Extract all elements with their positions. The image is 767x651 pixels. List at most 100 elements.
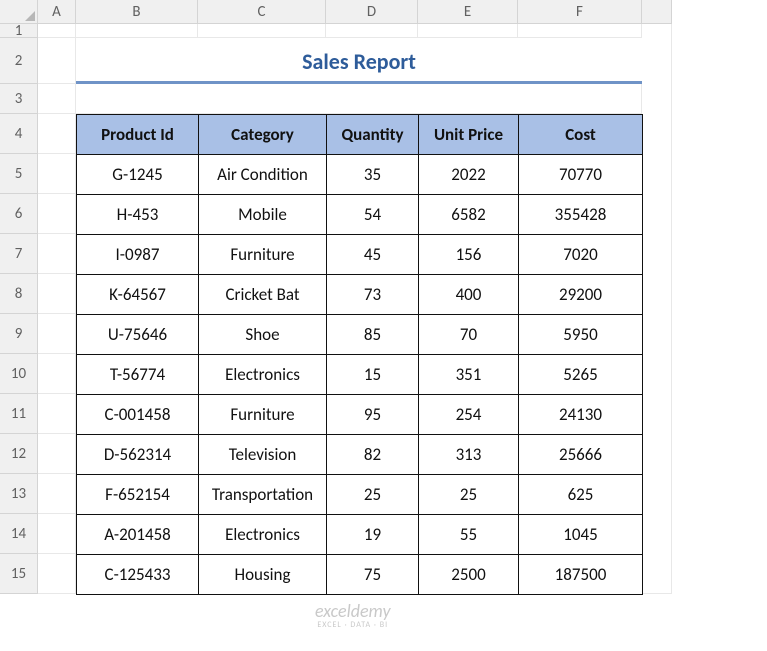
cell-A6[interactable] bbox=[38, 194, 76, 234]
cell-A8[interactable] bbox=[38, 274, 76, 314]
cell-price[interactable]: 156 bbox=[419, 235, 519, 275]
header-cost[interactable]: Cost bbox=[519, 115, 643, 155]
row-header-5[interactable]: 5 bbox=[0, 154, 38, 194]
cell-A2[interactable] bbox=[38, 38, 76, 84]
report-title-cell[interactable]: Sales Report bbox=[76, 38, 642, 84]
cell-price[interactable]: 351 bbox=[419, 355, 519, 395]
cell-cost[interactable]: 25666 bbox=[519, 435, 643, 475]
cell-id[interactable]: F-652154 bbox=[77, 475, 199, 515]
cell-cat[interactable]: Shoe bbox=[199, 315, 327, 355]
cell-qty[interactable]: 73 bbox=[327, 275, 419, 315]
cell-qty[interactable]: 15 bbox=[327, 355, 419, 395]
cell-A13[interactable] bbox=[38, 474, 76, 514]
cell-qty[interactable]: 19 bbox=[327, 515, 419, 555]
cell-cost[interactable]: 24130 bbox=[519, 395, 643, 435]
cell-cost[interactable]: 187500 bbox=[519, 555, 643, 595]
cell-A3[interactable] bbox=[38, 84, 76, 114]
cell-A7[interactable] bbox=[38, 234, 76, 274]
cell-id[interactable]: A-201458 bbox=[77, 515, 199, 555]
col-header-F[interactable]: F bbox=[518, 0, 642, 24]
cell-cat[interactable]: Furniture bbox=[199, 395, 327, 435]
cell-cat[interactable]: Mobile bbox=[199, 195, 327, 235]
cell-qty[interactable]: 85 bbox=[327, 315, 419, 355]
cell-id[interactable]: U-75646 bbox=[77, 315, 199, 355]
row-header-6[interactable]: 6 bbox=[0, 194, 38, 234]
header-unit-price[interactable]: Unit Price bbox=[419, 115, 519, 155]
cell-id[interactable]: C-001458 bbox=[77, 395, 199, 435]
cell-cost[interactable]: 1045 bbox=[519, 515, 643, 555]
cell-A10[interactable] bbox=[38, 354, 76, 394]
cell-row3[interactable] bbox=[76, 84, 642, 114]
cell-A12[interactable] bbox=[38, 434, 76, 474]
cell-cat[interactable]: Electronics bbox=[199, 515, 327, 555]
row-header-4[interactable]: 4 bbox=[0, 114, 38, 154]
cell-E1[interactable] bbox=[418, 24, 518, 38]
cell-price[interactable]: 254 bbox=[419, 395, 519, 435]
select-all-corner[interactable] bbox=[0, 0, 38, 24]
cell-id[interactable]: T-56774 bbox=[77, 355, 199, 395]
col-header-B[interactable]: B bbox=[76, 0, 198, 24]
cell-price[interactable]: 6582 bbox=[419, 195, 519, 235]
row-header-14[interactable]: 14 bbox=[0, 514, 38, 554]
header-quantity[interactable]: Quantity bbox=[327, 115, 419, 155]
cell-A9[interactable] bbox=[38, 314, 76, 354]
cell-A11[interactable] bbox=[38, 394, 76, 434]
cell-cost[interactable]: 29200 bbox=[519, 275, 643, 315]
cell-cost[interactable]: 7020 bbox=[519, 235, 643, 275]
cell-cat[interactable]: Transportation bbox=[199, 475, 327, 515]
row-header-8[interactable]: 8 bbox=[0, 274, 38, 314]
col-header-A[interactable]: A bbox=[38, 0, 76, 24]
cell-price[interactable]: 400 bbox=[419, 275, 519, 315]
cell-price[interactable]: 70 bbox=[419, 315, 519, 355]
cell-cat[interactable]: Cricket Bat bbox=[199, 275, 327, 315]
cell-A14[interactable] bbox=[38, 514, 76, 554]
cell-id[interactable]: G-1245 bbox=[77, 155, 199, 195]
cell-col-right[interactable] bbox=[642, 24, 672, 594]
cell-cost[interactable]: 5265 bbox=[519, 355, 643, 395]
cell-price[interactable]: 25 bbox=[419, 475, 519, 515]
cell-cat[interactable]: Housing bbox=[199, 555, 327, 595]
cell-qty[interactable]: 45 bbox=[327, 235, 419, 275]
cell-price[interactable]: 55 bbox=[419, 515, 519, 555]
cell-F1[interactable] bbox=[518, 24, 642, 38]
col-header-E[interactable]: E bbox=[418, 0, 518, 24]
cell-cost[interactable]: 70770 bbox=[519, 155, 643, 195]
cell-price[interactable]: 313 bbox=[419, 435, 519, 475]
col-header-next[interactable] bbox=[642, 0, 672, 24]
cell-cat[interactable]: Electronics bbox=[199, 355, 327, 395]
row-header-13[interactable]: 13 bbox=[0, 474, 38, 514]
cell-A1[interactable] bbox=[38, 24, 76, 38]
row-header-10[interactable]: 10 bbox=[0, 354, 38, 394]
cell-A4[interactable] bbox=[38, 114, 76, 154]
cell-price[interactable]: 2022 bbox=[419, 155, 519, 195]
header-product-id[interactable]: Product Id bbox=[77, 115, 199, 155]
header-category[interactable]: Category bbox=[199, 115, 327, 155]
row-header-1[interactable]: 1 bbox=[0, 24, 38, 38]
cell-id[interactable]: I-0987 bbox=[77, 235, 199, 275]
row-header-2[interactable]: 2 bbox=[0, 38, 38, 84]
row-header-12[interactable]: 12 bbox=[0, 434, 38, 474]
col-header-D[interactable]: D bbox=[326, 0, 418, 24]
cell-cat[interactable]: Furniture bbox=[199, 235, 327, 275]
cell-qty[interactable]: 82 bbox=[327, 435, 419, 475]
cell-qty[interactable]: 54 bbox=[327, 195, 419, 235]
cell-cat[interactable]: Air Condition bbox=[199, 155, 327, 195]
cell-id[interactable]: K-64567 bbox=[77, 275, 199, 315]
cell-D1[interactable] bbox=[326, 24, 418, 38]
cell-cat[interactable]: Television bbox=[199, 435, 327, 475]
cell-id[interactable]: D-562314 bbox=[77, 435, 199, 475]
row-header-3[interactable]: 3 bbox=[0, 84, 38, 114]
cell-cost[interactable]: 5950 bbox=[519, 315, 643, 355]
row-header-7[interactable]: 7 bbox=[0, 234, 38, 274]
cell-qty[interactable]: 95 bbox=[327, 395, 419, 435]
row-header-9[interactable]: 9 bbox=[0, 314, 38, 354]
cell-B1[interactable] bbox=[76, 24, 198, 38]
cell-id[interactable]: C-125433 bbox=[77, 555, 199, 595]
cell-A15[interactable] bbox=[38, 554, 76, 594]
cell-A5[interactable] bbox=[38, 154, 76, 194]
row-header-15[interactable]: 15 bbox=[0, 554, 38, 594]
cell-C1[interactable] bbox=[198, 24, 326, 38]
cell-id[interactable]: H-453 bbox=[77, 195, 199, 235]
cell-cost[interactable]: 355428 bbox=[519, 195, 643, 235]
cell-price[interactable]: 2500 bbox=[419, 555, 519, 595]
